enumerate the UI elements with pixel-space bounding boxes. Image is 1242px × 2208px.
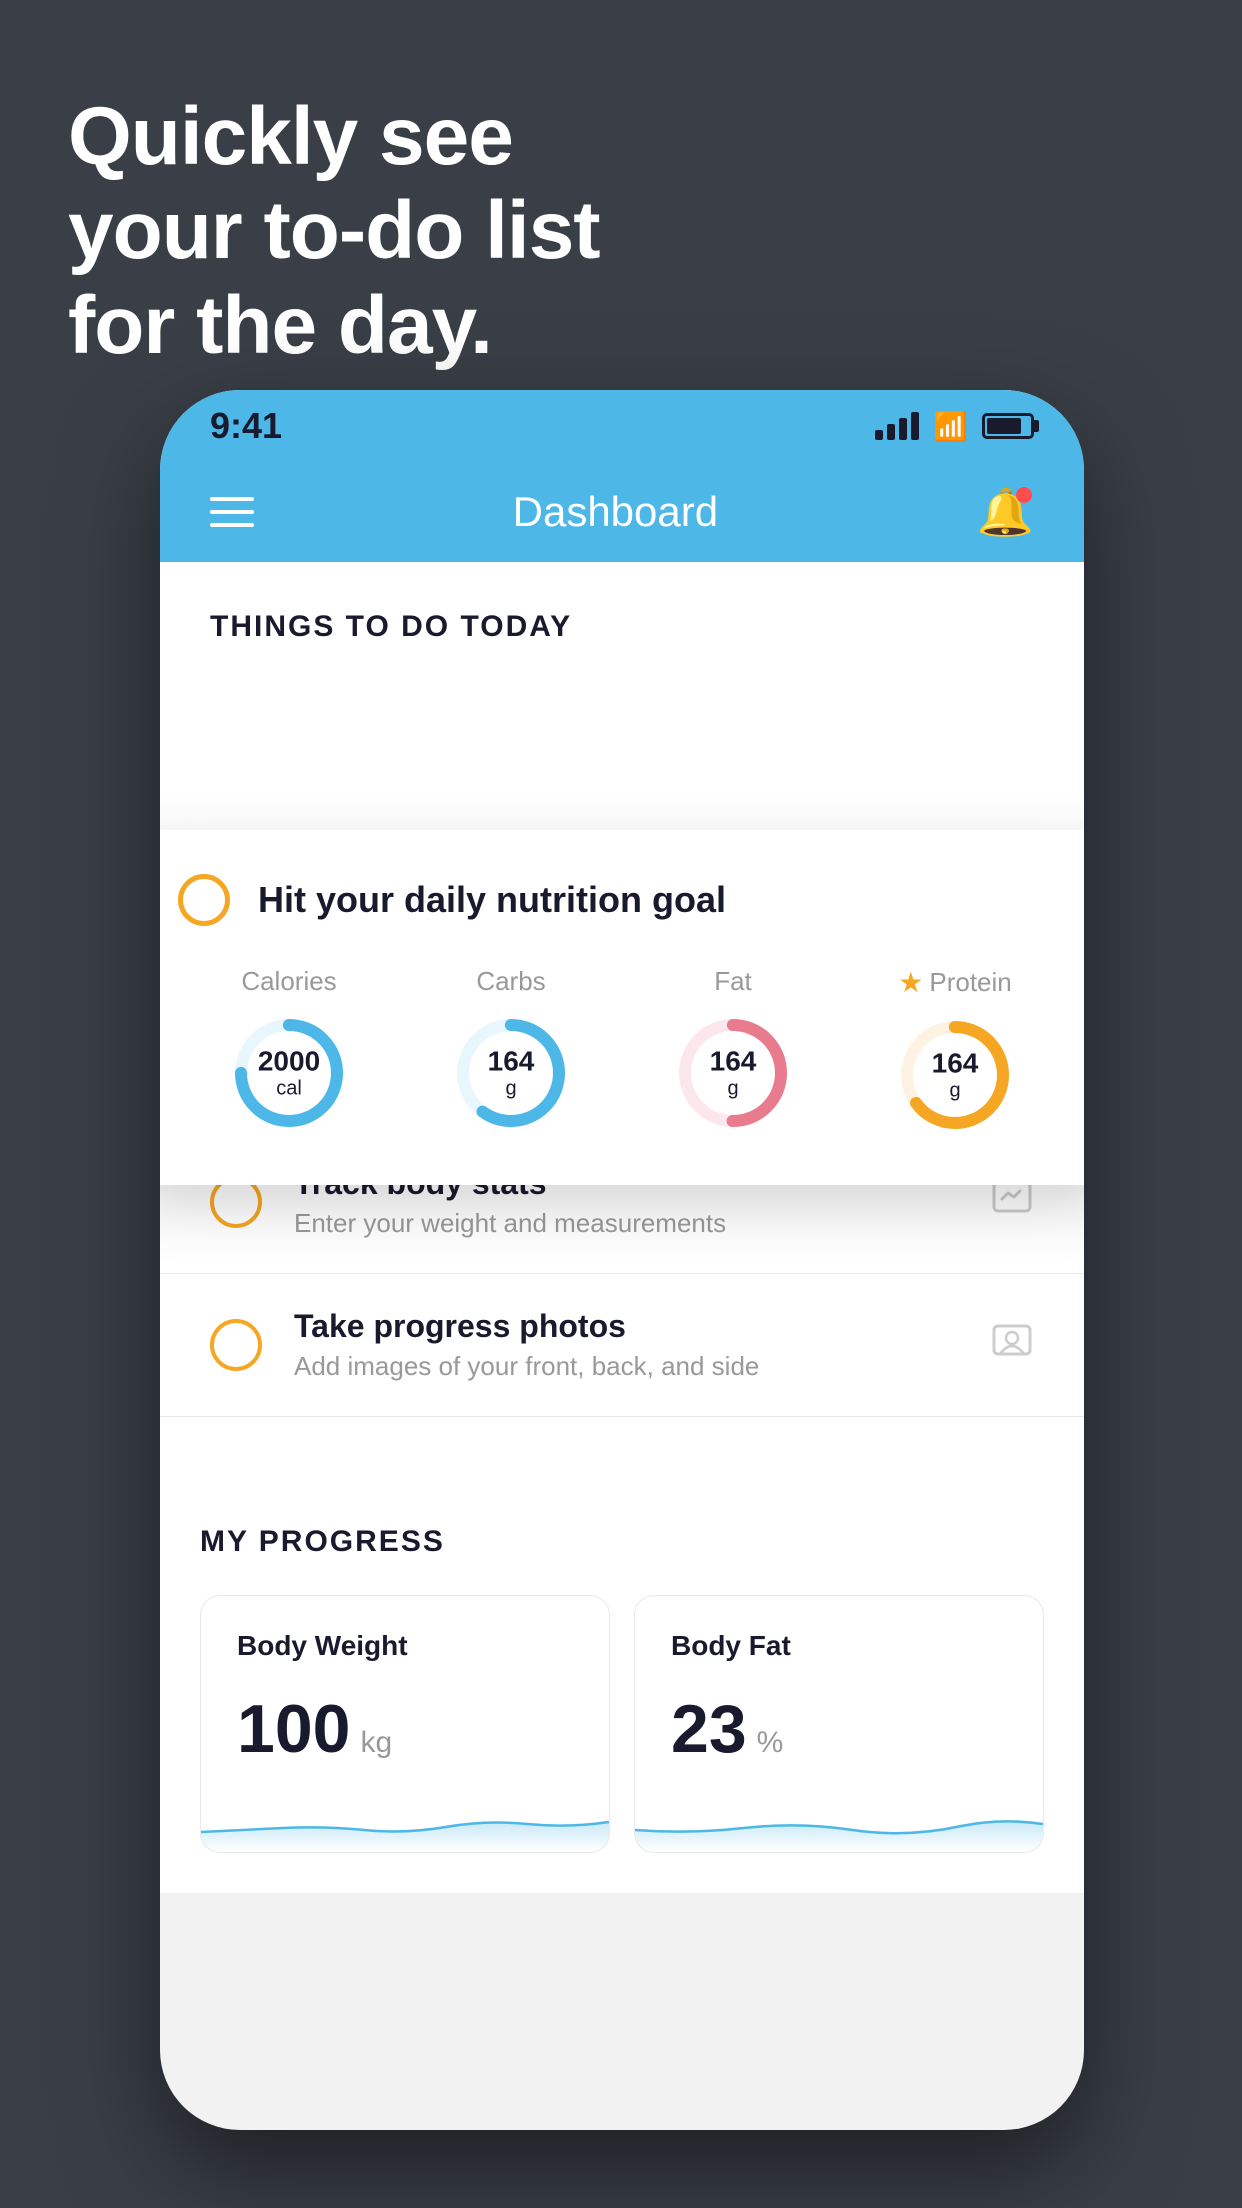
app-header: Dashboard 🔔 bbox=[160, 462, 1084, 562]
body-weight-unit: kg bbox=[360, 1726, 392, 1760]
calories-donut: 2000 cal bbox=[229, 1013, 349, 1133]
headline: Quickly see your to-do list for the day. bbox=[68, 90, 600, 373]
stat-carbs: Carbs 164 g bbox=[451, 966, 571, 1133]
battery-icon bbox=[982, 413, 1034, 439]
headline-line3: for the day. bbox=[68, 279, 600, 373]
body-weight-value-row: 100 kg bbox=[237, 1690, 573, 1768]
todo-text-photos: Take progress photos Add images of your … bbox=[294, 1308, 958, 1382]
carbs-label: Carbs bbox=[476, 966, 545, 997]
person-photo-icon bbox=[990, 1318, 1034, 1373]
todo-circle-photos bbox=[210, 1319, 262, 1371]
nutrition-card[interactable]: Hit your daily nutrition goal Calories bbox=[160, 830, 1084, 1185]
calories-value: 2000 bbox=[258, 1047, 320, 1078]
wifi-icon: 📶 bbox=[933, 410, 968, 443]
progress-section: MY PROGRESS Body Weight 100 kg bbox=[160, 1477, 1084, 1893]
body-weight-value: 100 bbox=[237, 1690, 350, 1768]
fat-label: Fat bbox=[714, 966, 752, 997]
calories-unit: cal bbox=[258, 1077, 320, 1099]
body-weight-chart bbox=[201, 1792, 609, 1852]
menu-button[interactable] bbox=[210, 497, 254, 527]
things-todo-section: THINGS TO DO TODAY bbox=[160, 562, 1084, 668]
progress-section-title: MY PROGRESS bbox=[200, 1525, 1044, 1559]
signal-bars-icon bbox=[875, 412, 919, 440]
todo-wrapper: Hit your daily nutrition goal Calories bbox=[160, 668, 1084, 1417]
fat-value: 164 bbox=[710, 1047, 757, 1078]
nutrition-card-title: Hit your daily nutrition goal bbox=[258, 879, 726, 921]
todo-title-photos: Take progress photos bbox=[294, 1308, 958, 1345]
todo-item-progress-photos[interactable]: Take progress photos Add images of your … bbox=[160, 1274, 1084, 1417]
body-weight-title: Body Weight bbox=[237, 1630, 573, 1662]
carbs-donut: 164 g bbox=[451, 1013, 571, 1133]
notifications-button[interactable]: 🔔 bbox=[977, 485, 1034, 540]
phone-frame: 9:41 📶 Dashboard 🔔 THINGS TO bbox=[160, 390, 1084, 2130]
progress-cards: Body Weight 100 kg bbox=[200, 1595, 1044, 1853]
nutrition-card-header: Hit your daily nutrition goal bbox=[178, 874, 1066, 926]
stat-calories: Calories 2000 cal bbox=[229, 966, 349, 1133]
protein-value: 164 bbox=[932, 1049, 979, 1080]
body-fat-value-row: 23 % bbox=[671, 1690, 1007, 1768]
protein-donut: 164 g bbox=[895, 1015, 1015, 1135]
calories-label: Calories bbox=[241, 966, 336, 997]
carbs-unit: g bbox=[488, 1077, 535, 1099]
things-todo-title: THINGS TO DO TODAY bbox=[210, 610, 1034, 644]
stat-protein: ★Protein 164 g bbox=[895, 966, 1015, 1135]
header-title: Dashboard bbox=[513, 488, 718, 536]
carbs-value: 164 bbox=[488, 1047, 535, 1078]
nutrition-check-circle[interactable] bbox=[178, 874, 230, 926]
status-bar: 9:41 📶 bbox=[160, 390, 1084, 462]
todo-sub-photos: Add images of your front, back, and side bbox=[294, 1351, 958, 1382]
notification-dot bbox=[1016, 487, 1032, 503]
body-fat-unit: % bbox=[757, 1726, 784, 1760]
protein-label: ★Protein bbox=[898, 966, 1012, 999]
body-fat-title: Body Fat bbox=[671, 1630, 1007, 1662]
nutrition-stats: Calories 2000 cal bbox=[178, 966, 1066, 1135]
body-fat-chart bbox=[635, 1792, 1043, 1852]
protein-star-icon: ★ bbox=[898, 966, 923, 999]
spacer bbox=[160, 1417, 1084, 1477]
stat-fat: Fat 164 g bbox=[673, 966, 793, 1133]
fat-unit: g bbox=[710, 1077, 757, 1099]
status-icons: 📶 bbox=[875, 410, 1034, 443]
status-time: 9:41 bbox=[210, 405, 282, 447]
headline-line2: your to-do list bbox=[68, 184, 600, 278]
headline-line1: Quickly see bbox=[68, 90, 600, 184]
protein-unit: g bbox=[932, 1079, 979, 1101]
fat-donut: 164 g bbox=[673, 1013, 793, 1133]
phone-content: THINGS TO DO TODAY Hit your daily nutrit… bbox=[160, 562, 1084, 1893]
progress-card-body-fat[interactable]: Body Fat 23 % bbox=[634, 1595, 1044, 1853]
todo-sub-body-stats: Enter your weight and measurements bbox=[294, 1208, 958, 1239]
progress-card-body-weight[interactable]: Body Weight 100 kg bbox=[200, 1595, 610, 1853]
body-fat-value: 23 bbox=[671, 1690, 747, 1768]
